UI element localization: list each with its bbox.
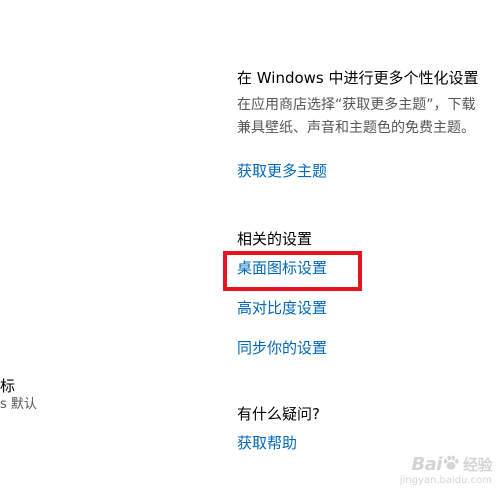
watermark-text-prefix: Bai bbox=[411, 454, 442, 475]
baidu-jingyan-watermark: Bai 经验 jingyan.baidu.com bbox=[399, 454, 493, 487]
left-fragment-title: 标 bbox=[0, 377, 16, 395]
personalize-description: 在应用商店选择“获取更多主题”，下载兼具壁纸、声音和主题色的免费主题。 bbox=[237, 97, 476, 136]
related-settings-title: 相关的设置 bbox=[237, 230, 313, 248]
watermark-logo: Bai 经验 bbox=[411, 454, 492, 475]
get-more-themes-link[interactable]: 获取更多主题 bbox=[237, 161, 327, 181]
paw-icon bbox=[443, 455, 459, 470]
sync-settings-link[interactable]: 同步你的设置 bbox=[237, 338, 327, 358]
personalize-title: 在 Windows 中进行更多个性化设置 bbox=[237, 69, 479, 87]
high-contrast-settings-link[interactable]: 高对比度设置 bbox=[237, 298, 327, 318]
left-fragment-subtitle: s 默认 bbox=[0, 397, 37, 412]
watermark-text-suffix: 经验 bbox=[462, 456, 493, 474]
get-help-link[interactable]: 获取帮助 bbox=[237, 433, 297, 453]
help-title: 有什么疑问? bbox=[237, 405, 320, 423]
watermark-url: jingyan.baidu.com bbox=[399, 475, 492, 486]
highlight-annotation bbox=[223, 251, 362, 291]
